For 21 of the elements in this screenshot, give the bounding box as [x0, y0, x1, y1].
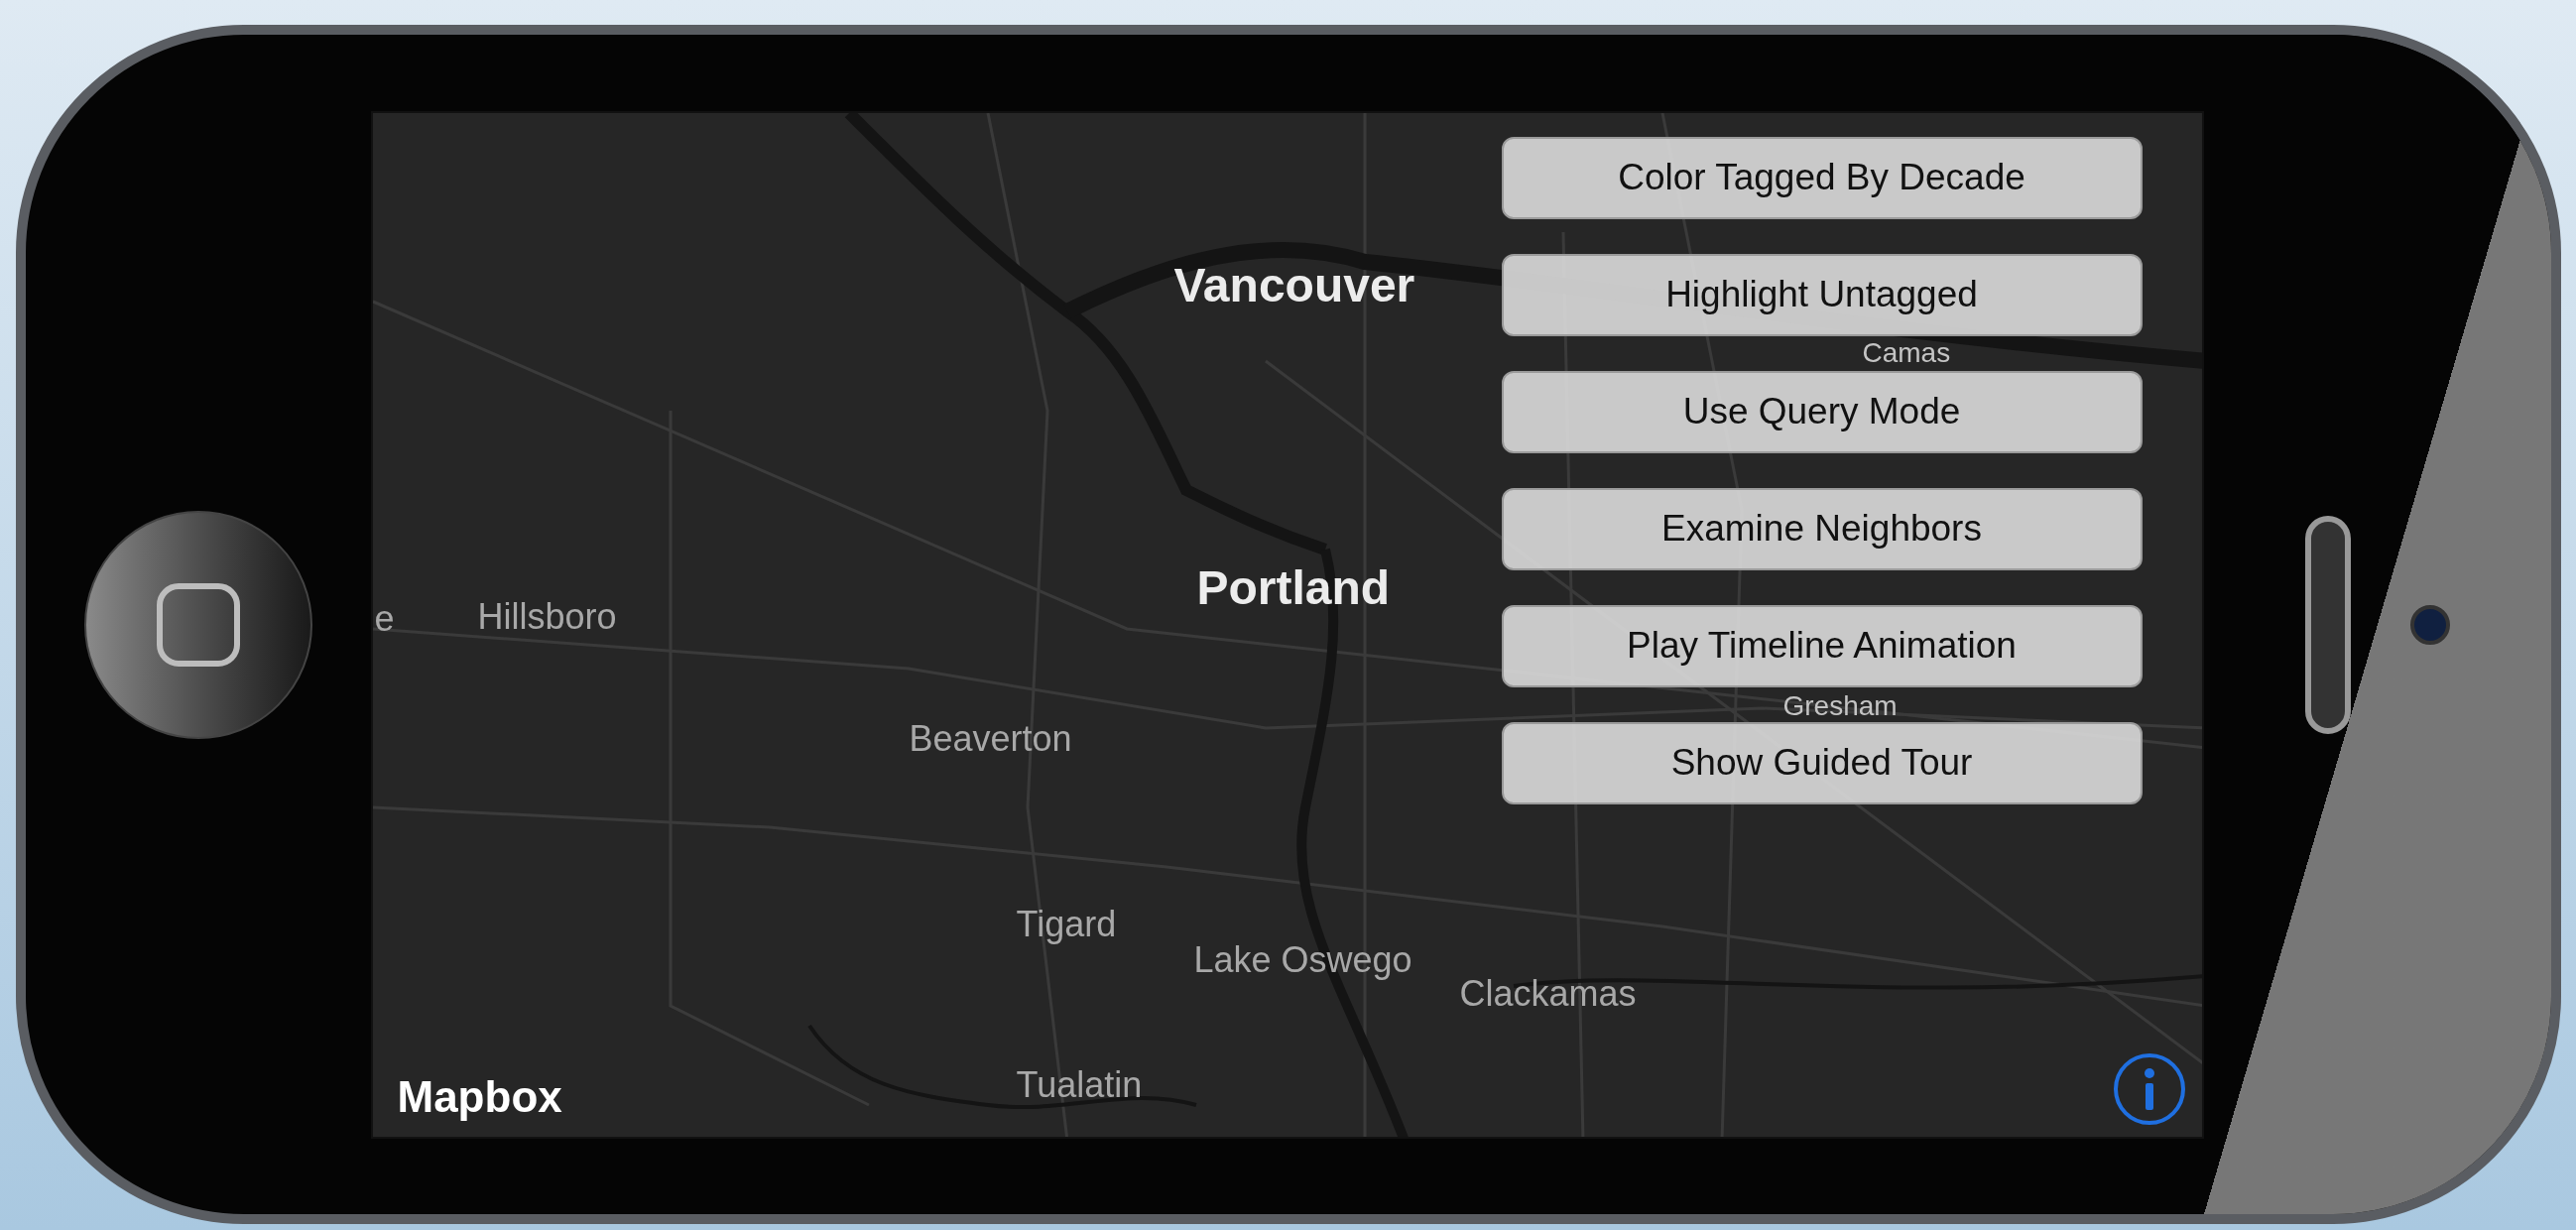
map-label: Clackamas: [1459, 975, 1637, 1012]
menu-button[interactable]: Show Guided Tour: [1501, 721, 2143, 804]
map-label: Tigard: [1016, 906, 1117, 942]
menu-button[interactable]: Play Timeline Animation: [1501, 604, 2143, 687]
menu-button[interactable]: Highlight Untagged: [1501, 253, 2143, 336]
info-button[interactable]: [2113, 1052, 2185, 1125]
map-label: Hillsboro: [477, 598, 617, 635]
map-label: Gresham: [1782, 691, 1898, 720]
map-label: Tualatin: [1016, 1066, 1143, 1103]
camera-lens: [2409, 604, 2450, 645]
mapbox-logo[interactable]: Mapbox: [397, 1074, 562, 1119]
map-label: Camas: [1862, 338, 1951, 367]
menu-button[interactable]: Color Tagged By Decade: [1501, 136, 2143, 219]
map-label: Lake Oswego: [1193, 941, 1412, 978]
menu-button[interactable]: Examine Neighbors: [1501, 487, 2143, 570]
map-label: Portland: [1196, 563, 1391, 612]
map-label: e: [374, 600, 395, 637]
map-label: Vancouver: [1173, 261, 1415, 309]
map-label: Beaverton: [909, 720, 1072, 757]
info-icon: [2142, 1067, 2156, 1110]
menu-button[interactable]: Use Query Mode: [1501, 370, 2143, 453]
